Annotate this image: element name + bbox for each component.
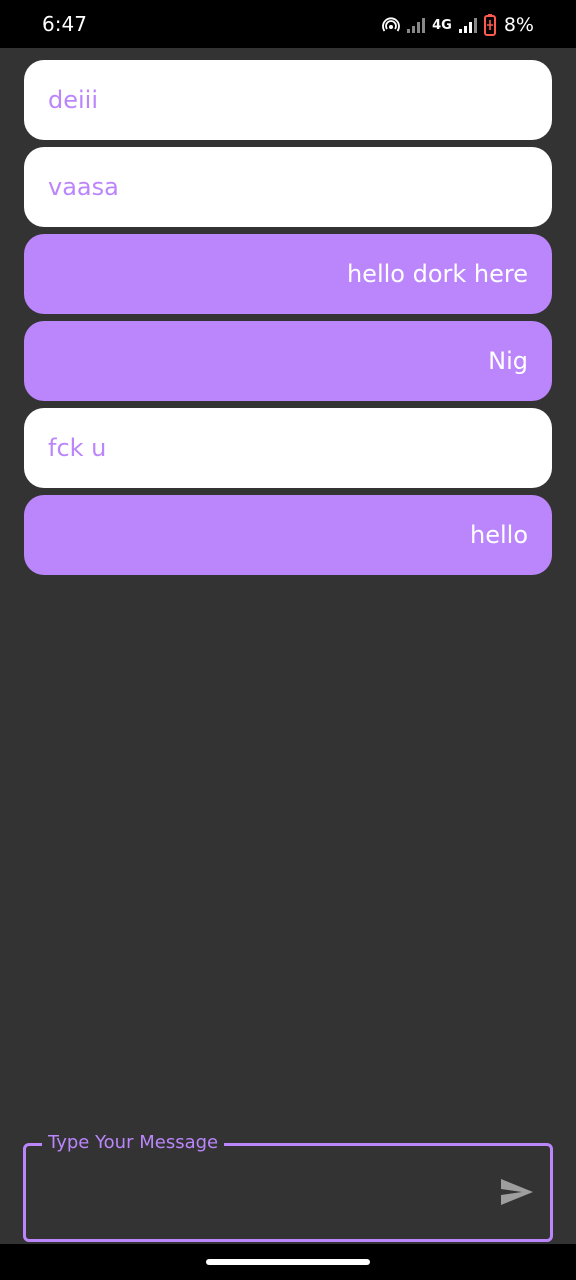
message-bubble: vaasa xyxy=(24,147,552,227)
message-text: hello xyxy=(470,521,528,549)
message-text: Nig xyxy=(488,347,528,375)
message-field-label: Type Your Message xyxy=(42,1132,225,1153)
signal-icon xyxy=(406,17,426,33)
network-type: 4G xyxy=(432,17,452,33)
hotspot-icon xyxy=(382,16,401,34)
message-text: fck u xyxy=(48,434,107,462)
battery-percent: 8% xyxy=(503,14,534,36)
send-icon xyxy=(500,1178,534,1211)
status-bar: 6:47 4G 8% xyxy=(0,0,576,48)
message-bubble: Nig xyxy=(24,321,552,401)
message-text: deiii xyxy=(48,86,99,114)
navigation-bar xyxy=(0,1244,576,1280)
battery-icon xyxy=(483,14,496,36)
message-bubble: deiii xyxy=(24,60,552,140)
message-bubble: fck u xyxy=(24,408,552,488)
message-bubble: hello dork here xyxy=(24,234,552,314)
message-input[interactable] xyxy=(46,1174,490,1212)
message-list: deiii vaasa hello dork here Nig fck u he… xyxy=(24,60,552,582)
signal-icon xyxy=(458,17,478,33)
message-composer: Type Your Message xyxy=(23,1132,553,1242)
send-button[interactable] xyxy=(498,1176,536,1212)
status-time: 6:47 xyxy=(42,12,87,36)
message-bubble: hello xyxy=(24,495,552,575)
message-text: hello dork here xyxy=(346,260,528,288)
home-indicator[interactable] xyxy=(206,1259,370,1265)
message-text: vaasa xyxy=(48,173,119,201)
status-icons: 4G 8% xyxy=(382,12,534,38)
